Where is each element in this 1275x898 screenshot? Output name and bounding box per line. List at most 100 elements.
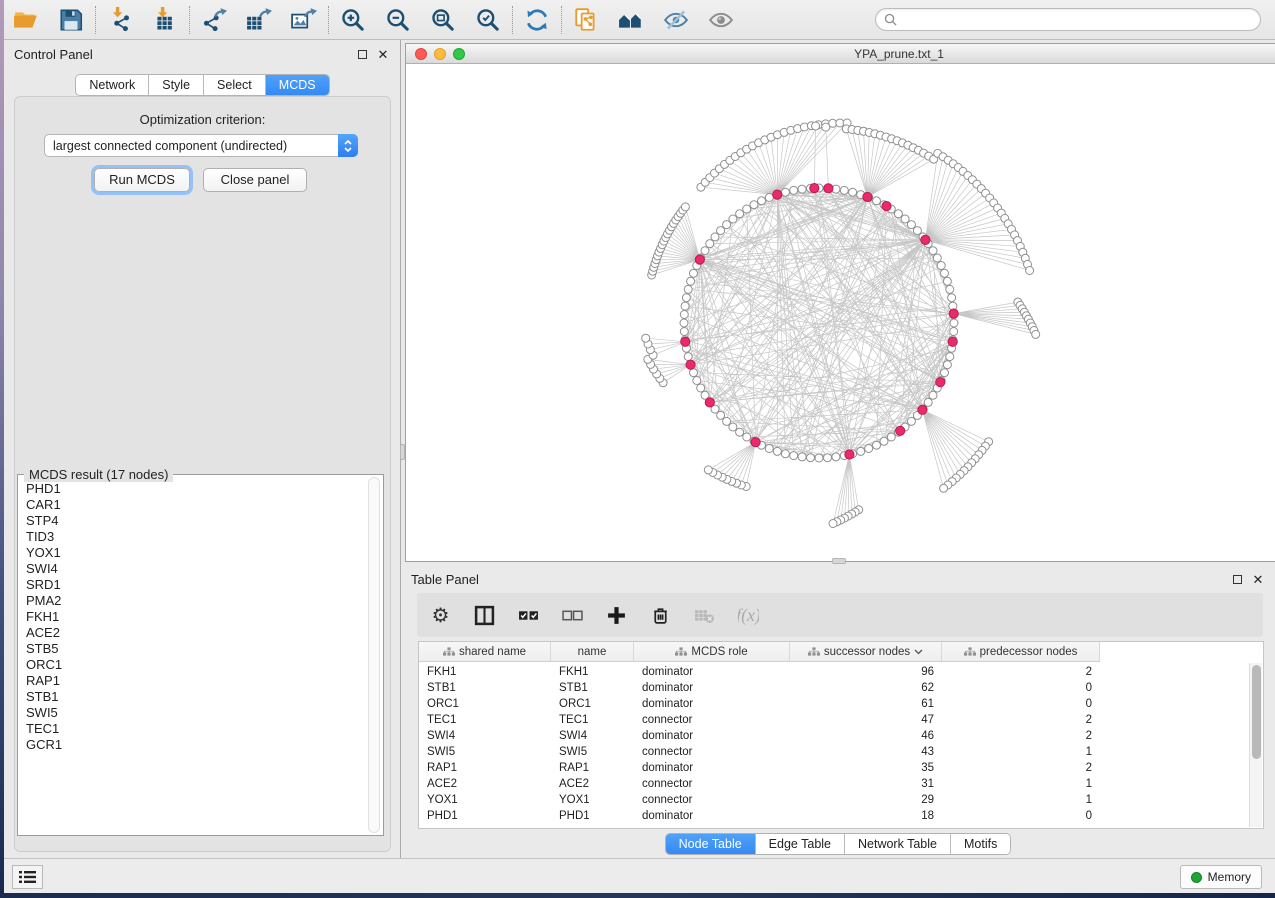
close-panel-button[interactable]: Close panel <box>203 168 307 192</box>
column-header-successor-nodes[interactable]: successor nodes <box>790 642 942 661</box>
table-row[interactable]: SWI5SWI5connector431 <box>419 744 1249 760</box>
mcds-result-item[interactable]: CAR1 <box>22 497 365 513</box>
export-image-icon[interactable] <box>290 6 318 34</box>
hide-selected-icon[interactable] <box>662 6 690 34</box>
mcds-result-item[interactable]: ORC1 <box>22 657 365 673</box>
apply-layout-icon[interactable] <box>523 6 551 34</box>
window-zoom-icon[interactable] <box>453 48 465 60</box>
table-cell: 0 <box>942 680 1100 696</box>
tab-edge-table[interactable]: Edge Table <box>756 834 845 854</box>
zoom-out-icon[interactable] <box>384 6 412 34</box>
clone-network-icon[interactable] <box>572 6 600 34</box>
memory-label: Memory <box>1208 870 1251 884</box>
task-history-button[interactable] <box>12 865 43 889</box>
tab-network-table[interactable]: Network Table <box>845 834 951 854</box>
tab-mcds[interactable]: MCDS <box>266 75 329 95</box>
table-cell: 2 <box>942 712 1100 728</box>
mcds-result-item[interactable]: TEC1 <box>22 721 365 737</box>
zoom-fit-icon[interactable] <box>429 6 457 34</box>
column-header-name[interactable]: name <box>551 642 634 661</box>
show-all-icon[interactable] <box>707 6 735 34</box>
table-row[interactable]: TEC1TEC1connector472 <box>419 712 1249 728</box>
tab-select[interactable]: Select <box>204 75 266 95</box>
table-row[interactable]: STB1STB1dominator620 <box>419 680 1249 696</box>
column-header-predecessor-nodes[interactable]: predecessor nodes <box>942 642 1100 661</box>
network-graph[interactable] <box>406 64 1274 561</box>
table-row[interactable]: YOX1YOX1connector291 <box>419 792 1249 808</box>
table-cell: SWI5 <box>419 744 551 760</box>
mcds-result-item[interactable]: STB1 <box>22 689 365 705</box>
mcds-result-item[interactable]: TID3 <box>22 529 365 545</box>
search-input[interactable] <box>902 12 1252 28</box>
table-row[interactable]: FKH1FKH1dominator962 <box>419 664 1249 680</box>
table-cell: dominator <box>634 664 790 680</box>
table-settings-icon[interactable]: ⚙ <box>427 602 453 628</box>
tab-style[interactable]: Style <box>149 75 204 95</box>
vertical-splitter-handle[interactable] <box>400 444 405 460</box>
mcds-result-item[interactable]: SWI5 <box>22 705 365 721</box>
memory-button[interactable]: Memory <box>1180 865 1262 889</box>
mcds-result-item[interactable]: STP4 <box>22 513 365 529</box>
table-cell: PHD1 <box>419 808 551 824</box>
column-header-shared-name[interactable]: shared name <box>419 642 551 661</box>
export-network-icon[interactable] <box>200 6 228 34</box>
mcds-result-item[interactable]: GCR1 <box>22 737 365 753</box>
search-box[interactable] <box>875 8 1261 31</box>
mcds-result-item[interactable]: YOX1 <box>22 545 365 561</box>
mcds-result-item[interactable]: SRD1 <box>22 577 365 593</box>
table-row[interactable]: ACE2ACE2connector311 <box>419 776 1249 792</box>
save-session-icon[interactable] <box>57 6 85 34</box>
mcds-result-list[interactable]: PHD1CAR1STP4TID3YOX1SWI4SRD1PMA2FKH1ACE2… <box>22 481 365 831</box>
close-panel-icon[interactable]: ✕ <box>376 47 390 61</box>
mcds-result-item[interactable]: RAP1 <box>22 673 365 689</box>
column-header-MCDS-role[interactable]: MCDS role <box>634 642 790 661</box>
first-neighbors-icon[interactable] <box>617 6 645 34</box>
table-cell: 1 <box>942 744 1100 760</box>
mcds-result-scrollbar[interactable] <box>368 477 380 833</box>
table-cell: dominator <box>634 728 790 744</box>
close-table-panel-icon[interactable]: ✕ <box>1251 572 1265 586</box>
float-panel-icon[interactable] <box>355 47 369 61</box>
table-cell: 1 <box>942 776 1100 792</box>
open-session-icon[interactable] <box>12 6 40 34</box>
zoom-in-icon[interactable] <box>339 6 367 34</box>
network-window-titlebar[interactable]: YPA_prune.txt_1 <box>406 44 1275 64</box>
tab-motifs[interactable]: Motifs <box>951 834 1010 854</box>
add-icon[interactable] <box>603 602 629 628</box>
show-columns-icon[interactable] <box>471 602 497 628</box>
table-vertical-scrollbar[interactable] <box>1249 663 1262 827</box>
deselect-all-icon[interactable] <box>559 602 585 628</box>
table-row[interactable]: SWI4SWI4dominator462 <box>419 728 1249 744</box>
mcds-result-item[interactable]: PMA2 <box>22 593 365 609</box>
zoom-selected-icon[interactable] <box>474 6 502 34</box>
table-row[interactable]: ORC1ORC1dominator610 <box>419 696 1249 712</box>
svg-text:f(x): f(x) <box>738 605 759 626</box>
mcds-result-item[interactable]: SWI4 <box>22 561 365 577</box>
delete-icon[interactable] <box>647 602 673 628</box>
tab-network[interactable]: Network <box>76 75 149 95</box>
criterion-dropdown[interactable]: largest connected component (undirected) <box>44 134 358 157</box>
run-mcds-button[interactable]: Run MCDS <box>94 168 190 192</box>
tab-node-table[interactable]: Node Table <box>666 834 756 854</box>
select-all-icon[interactable] <box>515 602 541 628</box>
window-minimize-icon[interactable] <box>434 48 446 60</box>
mcds-result-item[interactable]: ACE2 <box>22 625 365 641</box>
table-cell: dominator <box>634 808 790 824</box>
table-row[interactable]: PHD1PHD1dominator180 <box>419 808 1249 824</box>
mcds-result-item[interactable]: FKH1 <box>22 609 365 625</box>
table-cell: ACE2 <box>551 776 634 792</box>
table-cell: 29 <box>790 792 942 808</box>
horizontal-splitter-handle[interactable] <box>832 558 846 564</box>
import-table-icon[interactable] <box>151 6 179 34</box>
network-canvas[interactable] <box>406 64 1275 561</box>
mcds-result-item[interactable]: PHD1 <box>22 481 365 497</box>
table-scrollbar-thumb[interactable] <box>1252 665 1261 759</box>
table-cell: SWI4 <box>551 728 634 744</box>
mcds-result-item[interactable]: STB5 <box>22 641 365 657</box>
toolbar-separator <box>512 6 513 34</box>
window-close-icon[interactable] <box>415 48 427 60</box>
table-row[interactable]: RAP1RAP1dominator352 <box>419 760 1249 776</box>
export-table-icon[interactable] <box>245 6 273 34</box>
import-network-icon[interactable] <box>106 6 134 34</box>
float-table-panel-icon[interactable] <box>1230 572 1244 586</box>
